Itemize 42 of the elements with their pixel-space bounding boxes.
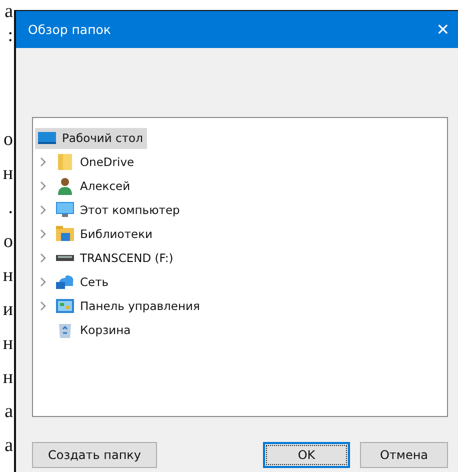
library-folder-icon	[56, 226, 74, 242]
cut-off-letter: а	[4, 434, 13, 458]
cut-off-letter: :	[6, 24, 13, 48]
close-button[interactable]: ✕	[428, 14, 458, 44]
cut-off-letter: о	[2, 128, 13, 152]
desktop-icon	[38, 131, 56, 145]
recycle-bin-icon	[58, 322, 72, 338]
control-panel-icon	[56, 298, 74, 314]
expand-chevron-icon[interactable]	[38, 205, 48, 215]
tree-item[interactable]: TRANSCEND (F:)	[53, 248, 178, 268]
cut-off-letter: .	[7, 196, 13, 220]
cut-off-letter: н	[2, 332, 13, 356]
expand-chevron-icon[interactable]	[38, 229, 48, 239]
tree-item[interactable]: Панель управления	[53, 296, 204, 316]
cut-off-letter: н	[2, 366, 13, 390]
tree-item[interactable]: Алексей	[53, 176, 134, 196]
tree-item[interactable]: Библиотеки	[53, 224, 157, 244]
expand-chevron-icon[interactable]	[38, 301, 48, 311]
tree-item[interactable]: Сеть	[53, 272, 113, 292]
cut-off-letter: н	[2, 162, 13, 186]
tree-item[interactable]: Рабочий стол	[35, 128, 147, 148]
folder-icon	[57, 153, 73, 171]
cancel-button[interactable]: Отмена	[360, 442, 448, 468]
tree-item[interactable]: Этот компьютер	[53, 200, 184, 220]
cut-off-letter: а	[4, 0, 13, 24]
tree-item[interactable]: OneDrive	[53, 152, 138, 172]
drive-icon	[56, 254, 74, 262]
person-icon	[57, 177, 73, 195]
network-icon	[56, 274, 74, 290]
expand-chevron-icon[interactable]	[38, 157, 48, 167]
expand-chevron-icon[interactable]	[38, 181, 48, 191]
tree-item[interactable]: Корзина	[53, 320, 135, 340]
new-folder-button[interactable]: Создать папку	[32, 442, 157, 468]
monitor-icon	[56, 202, 74, 218]
expand-chevron-icon[interactable]	[38, 277, 48, 287]
cut-off-letter: н	[2, 264, 13, 288]
cut-off-letter: а	[4, 400, 13, 424]
window-title: Обзор папок	[28, 22, 111, 37]
expand-chevron-icon[interactable]	[38, 253, 48, 263]
cut-off-letter: и	[2, 298, 13, 322]
cut-off-letter: о	[2, 230, 13, 254]
ok-button[interactable]: OK	[263, 442, 350, 468]
